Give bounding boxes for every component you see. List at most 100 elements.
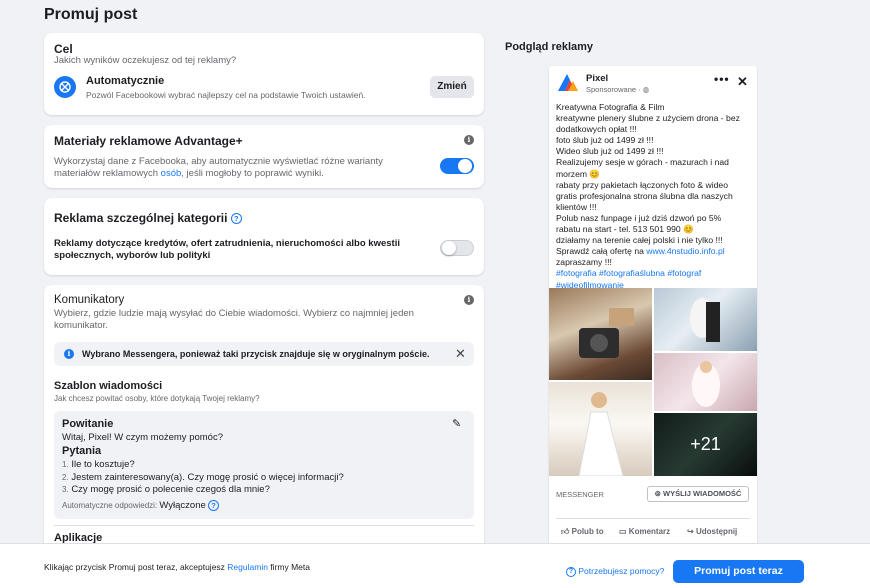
- question-number: 1.: [62, 460, 69, 469]
- messaging-desc-line-1: Wybierz, gdzie ludzie mają wysyłać do Ci…: [54, 308, 414, 319]
- greeting-title: Powitanie: [62, 418, 114, 430]
- special-title-text: Reklama szczególnej kategorii: [54, 211, 228, 225]
- cta-label: MESSENGER: [556, 490, 604, 499]
- special-title: Reklama szczególnej kategorii ?: [54, 211, 242, 225]
- special-label: Reklamy dotyczące kredytów, ofert zatrud…: [54, 238, 414, 262]
- comment-button[interactable]: ▭ Komentarz: [619, 527, 670, 536]
- advantage-toggle[interactable]: [440, 158, 474, 174]
- divider: [54, 525, 474, 526]
- question-number: 2.: [62, 472, 69, 482]
- auto-replies-label: Automatyczne odpowiedzi:: [62, 501, 158, 510]
- ad-text: Kreatywna Fotografia & Film kreatywne pl…: [556, 102, 756, 291]
- edit-icon[interactable]: ✎: [452, 417, 461, 430]
- send-message-button[interactable]: ⊚ WYŚLIJ WIADOMOŚĆ: [647, 486, 749, 502]
- advantage-desc-line-2: materiałów reklamowych osób, jeśli mogło…: [54, 168, 414, 180]
- sponsored-text: Sponsorowane ·: [586, 85, 643, 94]
- cta-bar: MESSENGER ⊚ WYŚLIJ WIADOMOŚĆ: [549, 478, 757, 510]
- terms-link[interactable]: Regulamin: [227, 562, 268, 572]
- ad-text-line: gratis profesjonalna strona ślubna dla n…: [556, 190, 733, 201]
- ad-text-line: działamy na terenie całej polski i nie t…: [556, 235, 723, 246]
- close-icon[interactable]: ✕: [737, 74, 748, 90]
- offer-text: Sprawdź całą ofertę na: [556, 246, 647, 257]
- footer: Klikając przycisk Promuj post teraz, akc…: [0, 543, 870, 588]
- page-name[interactable]: Pixel: [586, 73, 608, 84]
- messenger-icon: ⊚: [654, 489, 661, 498]
- ad-text-line: dodatkowych opłat !!!: [556, 124, 637, 135]
- list-item: 2. Jestem zainteresowany(a). Czy mogę pr…: [62, 472, 344, 485]
- toggle-knob: [458, 159, 472, 173]
- question-list: 1. Ile to kosztuje? 2. Jestem zaintereso…: [62, 459, 344, 497]
- terms-text: Klikając przycisk Promuj post teraz, akc…: [44, 562, 310, 572]
- messaging-title: Komunikatory: [54, 294, 125, 306]
- question-text: Jestem zainteresowany(a). Czy mogę prosi…: [71, 471, 344, 483]
- terms-suffix: firmy Meta: [267, 562, 310, 572]
- auto-replies: Automatyczne odpowiedzi: Wyłączone ?: [62, 500, 220, 512]
- ad-text-line: rabatu na start - tel. 513 501 990 😊: [556, 224, 694, 235]
- preview-title: Podgląd reklamy: [505, 41, 594, 53]
- page-title: Promuj post: [44, 6, 138, 23]
- photo[interactable]: [654, 353, 757, 411]
- sponsored-label: Sponsorowane · ◍: [586, 85, 649, 94]
- special-category-card: Reklama szczególnej kategorii ? Reklamy …: [44, 198, 484, 275]
- website-link[interactable]: www.4nstudio.info.pl: [646, 246, 724, 256]
- like-button[interactable]: 👍︎ Polub to: [561, 527, 604, 537]
- list-item: 3. Czy mogę prosić o polecenie czegoś dl…: [62, 484, 344, 497]
- ad-text-line: kreatywne plenery ślubne z użyciem drona…: [556, 113, 740, 124]
- question-text: Czy mogę prosić o polecenie czegoś dla m…: [71, 484, 270, 495]
- ad-text-line: Polub nasz funpage i już dziś dzwoń po 5…: [556, 212, 722, 223]
- share-button[interactable]: ↪ Udostępnij: [687, 527, 737, 536]
- close-icon[interactable]: ✕: [455, 346, 466, 362]
- more-icon[interactable]: •••: [714, 72, 730, 86]
- messaging-desc: Wybierz, gdzie ludzie mają wysyłać do Ci…: [54, 308, 454, 332]
- help-icon[interactable]: ?: [230, 213, 242, 225]
- hashtags[interactable]: #fotografia #fotografiaślubna #fotograf: [556, 268, 756, 279]
- help-label: Potrzebujesz pomocy?: [578, 566, 665, 576]
- messaging-desc-line-2: komunikator.: [54, 320, 108, 331]
- ad-preview: Pixel Sponsorowane · ◍ ••• ✕ Kreatywna F…: [549, 66, 757, 552]
- questions-title: Pytania: [62, 445, 102, 457]
- ad-text-line: foto ślub już od 1499 zł !!!: [556, 135, 654, 146]
- ad-text-line: morzem 😊: [556, 168, 601, 179]
- people-link[interactable]: osób: [161, 168, 182, 179]
- auto-replies-value: Wyłączone: [159, 500, 206, 511]
- help-link[interactable]: ? Potrzebujesz pomocy?: [566, 566, 664, 577]
- advantage-card: Materiały reklamowe Advantage+ i Wykorzy…: [44, 125, 484, 188]
- globe-icon: ◍: [642, 85, 650, 94]
- target-icon: [54, 76, 76, 98]
- info-icon[interactable]: i: [464, 295, 474, 305]
- terms-prefix: Klikając przycisk Promuj post teraz, akc…: [44, 562, 228, 572]
- special-label-line-2: społecznych, wyborów lub polityki: [54, 250, 211, 261]
- change-goal-button[interactable]: Zmień: [430, 76, 474, 98]
- messenger-notice: i Wybrano Messengera, ponieważ taki przy…: [54, 342, 474, 366]
- ad-text-line: Kreatywna Fotografia & Film: [556, 102, 665, 112]
- message-template-box: Powitanie ✎ Witaj, Pixel! W czym możemy …: [54, 411, 474, 519]
- share-icon: ↪: [687, 527, 694, 536]
- messaging-card: Komunikatory i Wybierz, gdzie ludzie maj…: [44, 285, 484, 550]
- share-label: Udostępnij: [695, 527, 738, 536]
- question-number: 3.: [62, 485, 69, 494]
- special-label-line-1: Reklamy dotyczące kredytów, ofert zatrud…: [54, 238, 400, 249]
- photo[interactable]: [549, 288, 652, 380]
- photo[interactable]: [549, 382, 652, 476]
- greeting-text: Witaj, Pixel! W czym możemy pomóc?: [62, 432, 223, 443]
- help-icon: ?: [566, 566, 576, 577]
- like-icon: 👍︎: [561, 527, 570, 536]
- goal-question: Jakich wyników oczekujesz od tej reklamy…: [54, 55, 237, 66]
- notice-text: Wybrano Messengera, ponieważ taki przyci…: [82, 349, 430, 359]
- toggle-knob: [442, 241, 456, 255]
- goal-title: Cel: [54, 42, 73, 56]
- special-category-toggle[interactable]: [440, 240, 474, 256]
- promote-post-button[interactable]: Promuj post teraz: [673, 560, 804, 583]
- goal-option-title: Automatycznie: [86, 75, 165, 87]
- info-icon[interactable]: i: [464, 135, 474, 145]
- photo[interactable]: +21: [654, 413, 757, 476]
- question-text: Ile to kosztuje?: [71, 459, 135, 470]
- ad-text-line: rabaty przy pakietach łączonych foto & w…: [556, 179, 728, 190]
- ad-text-line: zapraszamy !!!: [556, 257, 612, 268]
- send-message-label: WYŚLIJ WIADOMOŚĆ: [663, 489, 742, 498]
- help-icon[interactable]: ?: [208, 500, 220, 512]
- comment-label: Komentarz: [628, 527, 671, 536]
- template-title: Szablon wiadomości: [54, 380, 163, 392]
- advantage-desc-line-1: Wykorzystaj dane z Facebooka, aby automa…: [54, 156, 383, 167]
- photo[interactable]: [654, 288, 757, 351]
